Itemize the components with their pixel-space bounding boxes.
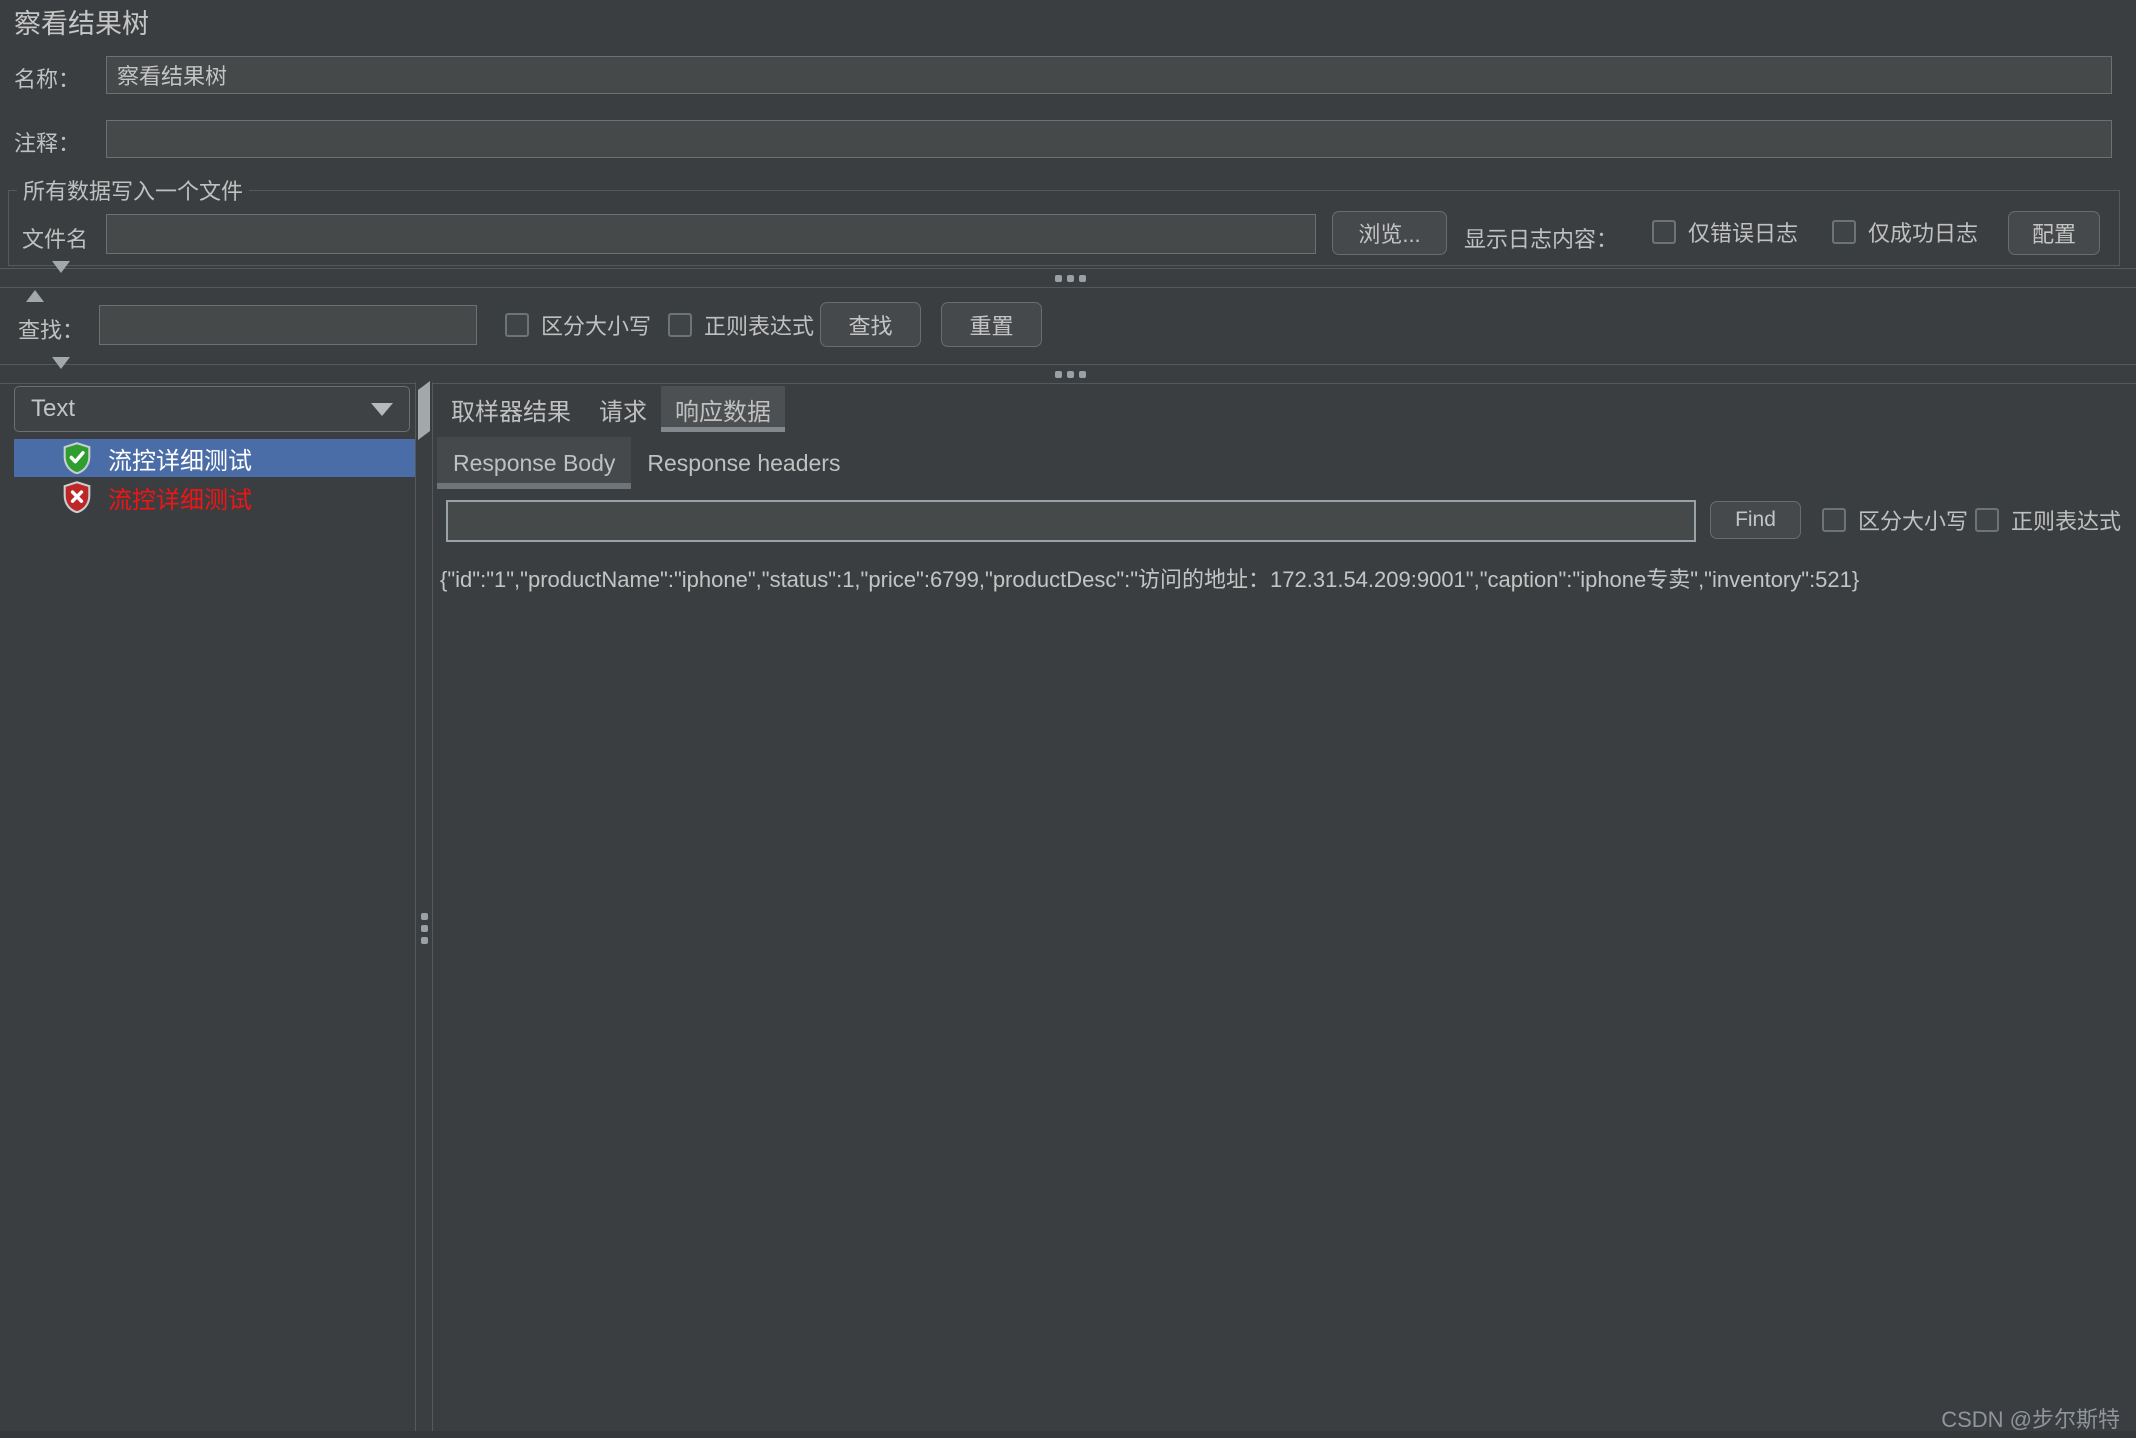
response-case-sensitive-label: 区分大小写 xyxy=(1858,509,1969,534)
splitter-vertical[interactable] xyxy=(415,381,433,1438)
splitter2-collapse-up-icon[interactable] xyxy=(26,369,44,398)
comment-input[interactable] xyxy=(106,120,2112,158)
error-shield-icon xyxy=(63,481,91,513)
search-regex-checkbox[interactable]: 正则表达式 xyxy=(668,303,814,347)
splitter-collapse-up-icon[interactable] xyxy=(26,273,44,302)
tab-request[interactable]: 请求 xyxy=(585,386,661,432)
response-regex-label: 正则表达式 xyxy=(2011,509,2122,534)
response-regex-box[interactable] xyxy=(1975,508,1999,532)
search-regex-label: 正则表达式 xyxy=(704,314,815,339)
tab-response-body[interactable]: Response Body xyxy=(437,437,632,489)
response-case-sensitive-checkbox[interactable]: 区分大小写 xyxy=(1822,499,1968,541)
log-display-label: 显示日志内容： xyxy=(1464,227,1619,252)
splitter2-collapse-down-icon[interactable] xyxy=(52,357,70,387)
response-regex-checkbox[interactable]: 正则表达式 xyxy=(1975,499,2121,541)
bottom-edge xyxy=(0,1431,2136,1438)
search-case-sensitive-checkbox[interactable]: 区分大小写 xyxy=(505,303,651,347)
tree-item-success[interactable]: 流控详细测试 xyxy=(14,439,415,477)
splitter-grip-icon xyxy=(1055,275,1086,282)
tab-sampler-result[interactable]: 取样器结果 xyxy=(437,386,585,432)
success-shield-icon xyxy=(63,442,91,474)
search-case-sensitive-box[interactable] xyxy=(505,313,529,337)
write-data-group-legend: 所有数据写入一个文件 xyxy=(23,179,244,204)
tab-response-data[interactable]: 响应数据 xyxy=(661,386,785,432)
filename-input[interactable] xyxy=(106,214,1316,254)
tree-item-error[interactable]: 流控详细测试 xyxy=(14,478,415,516)
search-case-sensitive-label: 区分大小写 xyxy=(541,314,652,339)
filename-label: 文件名 xyxy=(22,227,89,252)
comment-label: 注释： xyxy=(14,131,81,156)
vsplitter-collapse-right-icon[interactable] xyxy=(418,405,430,440)
response-body-text: {"id":"1","productName":"iphone","status… xyxy=(440,567,1860,592)
splitter-collapse-down-icon[interactable] xyxy=(52,261,70,291)
tab-response-headers[interactable]: Response headers xyxy=(631,437,856,489)
browse-button[interactable]: 浏览... xyxy=(1332,211,1447,255)
search-regex-box[interactable] xyxy=(668,313,692,337)
tree-item-label: 流控详细测试 xyxy=(108,447,252,475)
response-case-sensitive-box[interactable] xyxy=(1822,508,1846,532)
name-input[interactable] xyxy=(106,56,2112,94)
splitter-middle[interactable] xyxy=(0,357,2136,398)
errors-only-checkbox-box[interactable] xyxy=(1652,220,1676,244)
configure-button[interactable]: 配置 xyxy=(2008,211,2100,255)
response-search-input[interactable] xyxy=(446,500,1696,542)
search-input[interactable] xyxy=(99,305,477,345)
response-sub-tab-bar: Response Body Response headers xyxy=(437,437,856,489)
watermark: CSDN @步尔斯特 xyxy=(1941,1407,2120,1432)
tree-item-label: 流控详细测试 xyxy=(108,486,252,514)
errors-only-checkbox[interactable]: 仅错误日志 xyxy=(1652,210,1798,254)
success-only-label: 仅成功日志 xyxy=(1868,221,1979,246)
results-tab-bar: 取样器结果 请求 响应数据 xyxy=(437,386,785,432)
response-find-button[interactable]: Find xyxy=(1710,501,1801,539)
search-label: 查找： xyxy=(18,318,85,343)
errors-only-label: 仅错误日志 xyxy=(1688,221,1799,246)
name-label: 名称： xyxy=(14,67,81,92)
success-only-checkbox[interactable]: 仅成功日志 xyxy=(1832,210,1978,254)
splitter2-grip-icon xyxy=(1055,371,1086,378)
view-results-tree-window: 察看结果树 名称： 注释： 所有数据写入一个文件 文件名 浏览... 显示日志内… xyxy=(0,0,2136,1438)
page-title: 察看结果树 xyxy=(14,9,149,39)
view-mode-dropdown[interactable]: Text xyxy=(14,386,410,432)
find-button[interactable]: 查找 xyxy=(820,302,921,347)
chevron-down-icon xyxy=(371,402,393,416)
splitter-top[interactable] xyxy=(0,261,2136,302)
vsplitter-grip-icon xyxy=(421,913,428,944)
view-mode-value: Text xyxy=(31,395,76,422)
reset-button[interactable]: 重置 xyxy=(941,302,1042,347)
success-only-checkbox-box[interactable] xyxy=(1832,220,1856,244)
